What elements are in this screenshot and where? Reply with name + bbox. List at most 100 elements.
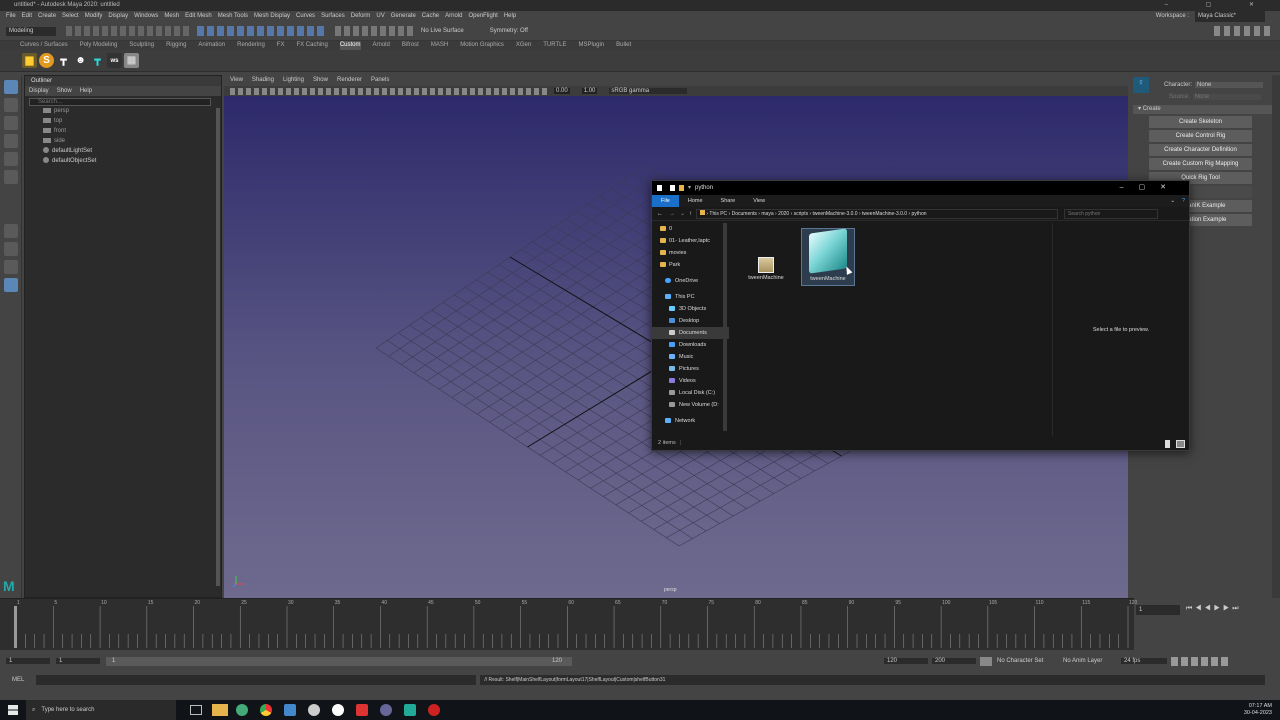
nav-item-this-pc[interactable]: This PC [652,291,729,303]
nav-scrollbar[interactable] [723,223,727,431]
current-frame-field[interactable]: 1 [1136,605,1180,615]
status-icons[interactable] [66,26,191,36]
select-tool-icon[interactable] [3,80,18,94]
shelf-tab[interactable]: XGen [516,41,531,50]
custom-shelf-icon[interactable]: ▦ [124,53,139,68]
create-control-rig-button[interactable]: Create Control Rig [1149,130,1252,142]
app-icon[interactable] [380,704,392,716]
shelf-tab[interactable]: Rigging [166,41,186,50]
explorer-window-controls[interactable]: –▢✕ [1120,181,1181,195]
ribbon-tab-home[interactable]: Home [679,195,712,207]
menu-mesh-display[interactable]: Mesh Display [254,11,290,22]
nav-item-new-volume-d[interactable]: New Volume (D: [652,399,729,411]
menu-surfaces[interactable]: Surfaces [321,11,345,22]
scale-tool-icon[interactable] [3,170,18,184]
viewport-menu-view[interactable]: View [230,75,243,86]
shelf-tab[interactable]: FX [277,41,285,50]
nav-item-folder-movies[interactable]: movies [652,247,729,259]
breadcrumb-python[interactable]: python [912,211,927,217]
viewport-menu-shading[interactable]: Shading [252,75,274,86]
create-custom-rig-mapping-button[interactable]: Create Custom Rig Mapping [1149,158,1252,170]
end-time-field[interactable]: 200 [932,658,976,664]
shelf-tab[interactable]: FX Caching [296,41,327,50]
outliner-item-object-set[interactable]: defaultObjectSet [25,156,221,166]
breadcrumb-tweenmachine-inner[interactable]: tweenMachine-3.0.0 [862,211,907,217]
help-icon[interactable]: ? [1178,195,1189,207]
shelf-tab[interactable]: Rendering [237,41,265,50]
skull-icon[interactable]: ☻ [73,53,88,68]
nav-item-local-disk-c[interactable]: Local Disk (C:) [652,387,729,399]
layout-single-icon[interactable] [3,224,18,238]
current-time-marker[interactable] [14,606,17,648]
menu-create[interactable]: Create [38,11,56,22]
panel-toggle-icons[interactable] [1214,26,1274,36]
breadcrumb-2020[interactable]: 2020 [778,211,789,217]
menu-select[interactable]: Select [62,11,79,22]
menu-windows[interactable]: Windows [134,11,158,22]
playback-controls[interactable]: ⏮◀◀▶▶⏭ [1186,605,1276,615]
nav-item-network[interactable]: Network [652,415,729,427]
tween-machine-icon[interactable]: ┳ [90,53,105,68]
shelf-tab[interactable]: Arnold [373,41,390,50]
outliner-menu-help[interactable]: Help [80,86,92,96]
menu-uv[interactable]: UV [376,11,384,22]
character-set-select[interactable]: No Character Set [997,658,1055,664]
move-tool-icon[interactable] [3,134,18,148]
nav-item-3d-objects[interactable]: 3D Objects [652,303,729,315]
selection-mask-icons[interactable] [197,26,327,36]
outliner-item-persp[interactable]: persp [25,106,221,116]
create-skeleton-button[interactable]: Create Skeleton [1149,116,1252,128]
window-controls[interactable]: – ▢ ✕ [1165,0,1272,11]
ribbon-expand-icon[interactable]: ⌄ [1167,195,1178,207]
outliner-scrollbar[interactable] [216,108,220,586]
anim-layer-select[interactable]: No Anim Layer [1063,658,1119,664]
taskbar-search[interactable]: ⌕ Type here to search [26,700,176,720]
menu-edit[interactable]: Edit [22,11,32,22]
explorer-search-input[interactable]: Search python [1064,208,1159,219]
side-tabs[interactable] [1272,75,1280,598]
large-icons-view-icon[interactable] [1176,439,1185,448]
unreal-icon[interactable] [332,704,344,716]
recorder-icon[interactable] [428,704,440,716]
app-icon[interactable] [308,704,320,716]
ribbon-tab-view[interactable]: View [744,195,774,207]
live-surface-label[interactable]: No Live Surface [421,28,464,34]
file-item-tweenmachine-folder[interactable]: tweenMachine [739,257,793,281]
nav-item-pictures[interactable]: Pictures [652,363,729,375]
shelf-tab[interactable]: Animation [198,41,225,50]
clock[interactable]: 07:17 AM 30-04-2023 [1244,703,1272,717]
shelf-tab[interactable]: MASH [431,41,448,50]
breadcrumb-documents[interactable]: Documents [732,211,757,217]
outliner-item-light-set[interactable]: defaultLightSet [25,146,221,156]
start-time-field[interactable]: 1 [6,658,50,664]
breadcrumb-scripts[interactable]: scripts [794,211,808,217]
outliner-item-front[interactable]: front [25,126,221,136]
menu-openflight[interactable]: OpenFlight [468,11,497,22]
menu-mesh[interactable]: Mesh [164,11,179,22]
recent-dropdown-icon[interactable]: ⌄ [680,207,685,221]
ribbon-tab-file[interactable]: File [652,195,679,207]
chrome-icon[interactable] [260,704,272,716]
menu-deform[interactable]: Deform [351,11,371,22]
create-section-header[interactable]: ▾ Create [1133,105,1277,114]
range-tool-icons[interactable] [1171,656,1231,666]
nav-item-onedrive[interactable]: OneDrive [652,275,729,287]
menu-display[interactable]: Display [108,11,128,22]
nav-item-folder-0[interactable]: 0 [652,223,729,235]
outliner-item-side[interactable]: side [25,136,221,146]
outliner-item-top[interactable]: top [25,116,221,126]
outliner-menu-display[interactable]: Display [29,86,49,96]
app-icon[interactable] [356,704,368,716]
breadcrumb-tweenmachine[interactable]: tweenMachine-3.0.0 [813,211,858,217]
viewport-menu-panels[interactable]: Panels [371,75,389,86]
up-icon[interactable]: ↑ [689,207,692,221]
nav-item-folder-leather[interactable]: 01- Leather,laptc [652,235,729,247]
snap-icons[interactable] [335,26,415,36]
gamma-field[interactable]: 1.00 [581,88,598,94]
nav-item-documents[interactable]: Documents [652,327,729,339]
outliner-search-input[interactable]: Search... [29,98,211,106]
edge-icon[interactable] [236,704,248,716]
viewport-menu-show[interactable]: Show [313,75,328,86]
menu-set-select[interactable]: Modeling [6,26,56,36]
nav-item-downloads[interactable]: Downloads [652,339,729,351]
